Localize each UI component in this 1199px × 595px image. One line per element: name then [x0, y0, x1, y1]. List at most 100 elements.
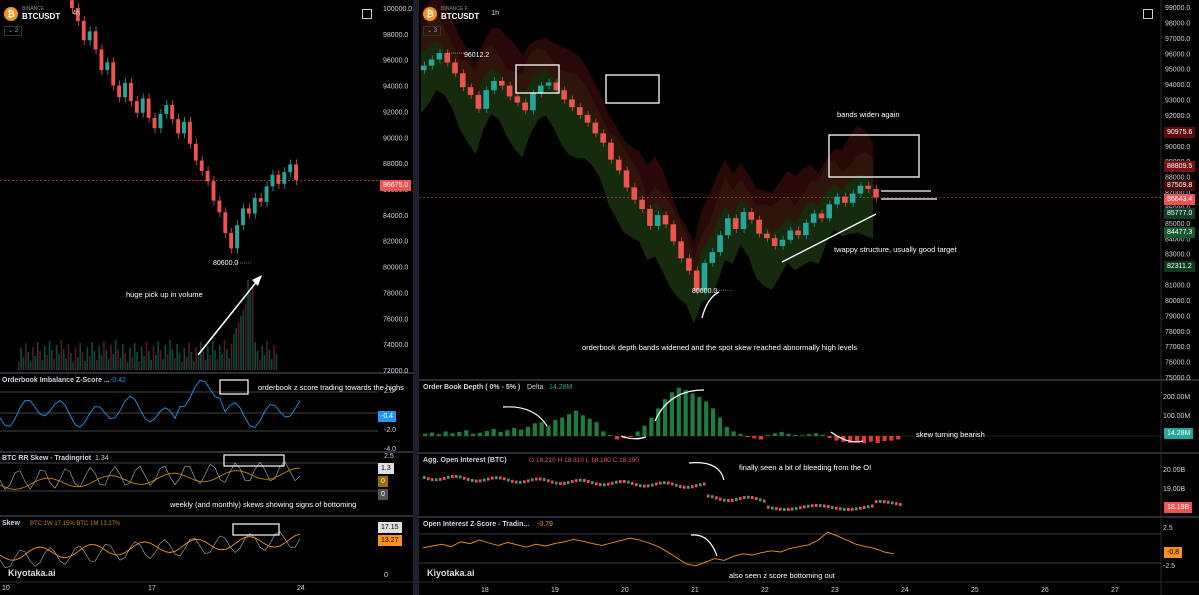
volume-bar: [159, 350, 162, 370]
candle-body: [654, 215, 661, 226]
candle-body: [709, 252, 716, 263]
volume-bar: [53, 359, 56, 370]
oi-candle: [719, 497, 722, 501]
candle-body: [701, 262, 708, 291]
candle-body: [600, 133, 606, 143]
volume-bar: [214, 350, 216, 370]
right-ind1-title[interactable]: Order Book Depth ( 0% - 5% ): [423, 384, 520, 391]
oi-candle: [715, 496, 718, 500]
bitcoin-logo-icon: ₿: [4, 6, 18, 21]
oi-candle: [827, 505, 830, 509]
oi-candle: [691, 485, 694, 489]
oi-candle: [591, 481, 594, 485]
oi-candle: [787, 507, 790, 511]
volume-bar: [228, 358, 230, 370]
left-ind3-title[interactable]: Skew: [2, 520, 20, 527]
left-ind1-axis-1: -2.0: [384, 427, 397, 434]
left-price-axis-label: 74000.0: [383, 342, 408, 349]
annotation-depth: orderbook depth bands widened and the sp…: [582, 343, 858, 352]
volume-bar: [270, 359, 273, 370]
right-ind2-title[interactable]: Agg. Open Interest (BTC): [423, 457, 507, 464]
depth-bar: [525, 426, 531, 436]
volume-bar: [126, 362, 129, 370]
right-price-axis-label: 98000.0: [1165, 20, 1190, 27]
volume-bar: [32, 347, 34, 370]
candle-body: [569, 99, 575, 108]
oi-candle: [467, 477, 470, 481]
volume-bar: [216, 359, 219, 370]
oi-zscore-line: [422, 531, 894, 567]
volume-bar: [148, 351, 150, 370]
candle-body: [211, 181, 216, 201]
left-symbol-badge[interactable]: ₿ BINANCE BTCUSDT 4h: [4, 6, 80, 21]
left-ind1-value: -0.42: [110, 377, 126, 384]
oi-candle: [659, 481, 662, 485]
depth-bar: [457, 431, 462, 436]
right-symbol-badge[interactable]: ₿ BINANCE.F BTCUSDT 1h: [423, 6, 499, 21]
depth-bar: [704, 401, 709, 436]
left-ind3-legend: BTC 1W 17.15% BTC 1M 13.27%: [30, 521, 121, 527]
candle-body: [459, 73, 466, 88]
oi-candle: [703, 482, 706, 486]
right-ind3-tag: -0.8: [1164, 547, 1183, 558]
right-price-tag-0: 90975.6: [1164, 127, 1196, 138]
candle-body: [264, 186, 269, 202]
right-chart-panel[interactable]: 99000.0 98000.0 97000.0 96000.0 95000.0 94000…: [419, 0, 1199, 595]
left-timeframe[interactable]: 4h: [72, 10, 80, 17]
right-price-axis-label: 94000.0: [1165, 82, 1190, 89]
right-pane-count[interactable]: ⌄ 3: [423, 26, 442, 36]
oi-candle: [763, 499, 766, 503]
right-x-axis-label: 27: [1111, 587, 1119, 594]
depth-bar: [786, 433, 791, 436]
volume-bar: [244, 304, 247, 370]
volume-bar: [233, 334, 235, 370]
oi-candle: [899, 502, 902, 506]
left-ind2-title[interactable]: BTC RR Skew - Tradingriot: [2, 455, 91, 462]
candle-body: [810, 213, 817, 223]
volume-bar: [259, 360, 261, 370]
right-timeframe[interactable]: 1h: [491, 10, 499, 17]
left-price-axis-label: 76000.0: [383, 316, 408, 323]
candle-body: [270, 174, 275, 187]
oi-candle: [731, 498, 734, 502]
oi-candle: [535, 477, 538, 481]
candle-body: [111, 62, 116, 86]
candle-body: [288, 164, 293, 173]
candle-body: [199, 160, 204, 171]
volume-bar: [27, 352, 30, 370]
depth-bar: [429, 432, 435, 436]
left-chart-panel[interactable]: 100000.0 98000.0 96000.0 94000.0 92000.0 9000…: [0, 0, 413, 595]
right-chart-canvas[interactable]: 99000.0 98000.0 97000.0 96000.0 95000.0 94000…: [419, 0, 1199, 595]
candle-body: [193, 143, 198, 161]
right-price-tag-6: 82311.2: [1164, 261, 1195, 272]
volume-bar: [98, 346, 100, 370]
right-price-axis-label: 80000.0: [1165, 298, 1190, 305]
oi-candle: [875, 500, 878, 504]
oi-candle: [795, 506, 798, 510]
volume-bar: [86, 347, 89, 370]
left-symbol: BTCUSDT: [22, 12, 61, 21]
right-x-axis-label: 23: [831, 587, 839, 594]
candle-body: [748, 212, 755, 220]
depth-bar: [690, 393, 695, 436]
candle-body: [803, 222, 809, 236]
left-pane-count[interactable]: ⌄ 2: [4, 26, 23, 36]
candle-body: [81, 20, 86, 41]
fullscreen-icon[interactable]: [362, 9, 372, 19]
right-price-tag-4: 85777.0: [1164, 208, 1196, 219]
oi-candle: [759, 498, 762, 502]
volume-bar: [58, 354, 60, 370]
depth-bar: [807, 434, 812, 436]
fullscreen-icon[interactable]: [1143, 9, 1153, 19]
oi-candle: [855, 507, 858, 511]
depth-bar: [697, 396, 702, 436]
depth-bar: [539, 422, 544, 436]
left-ind1-title[interactable]: Orderbook Imbalance Z-Score ...: [2, 377, 110, 384]
volume-bar: [152, 346, 155, 370]
oi-candle: [663, 481, 666, 485]
candle-body: [246, 208, 251, 214]
volume-bar: [268, 350, 271, 370]
oi-candle: [567, 481, 570, 485]
depth-bar: [594, 422, 599, 436]
right-ind3-title[interactable]: Open Interest Z-Score - Tradin...: [423, 521, 529, 528]
